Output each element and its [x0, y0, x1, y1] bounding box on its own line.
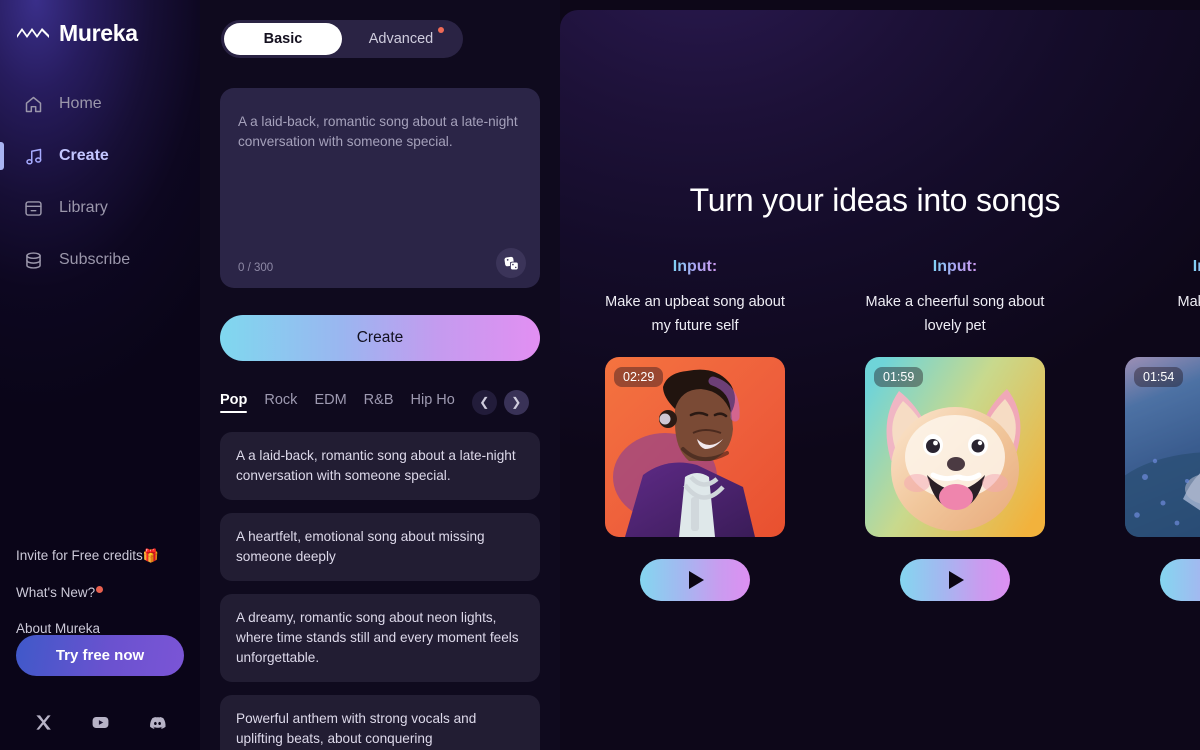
brand-name: Mureka	[59, 19, 138, 46]
genre-tab-edm[interactable]: EDM	[314, 392, 346, 413]
youtube-icon[interactable]	[91, 713, 110, 732]
play-icon	[949, 571, 964, 589]
hero-card: Input: Make a cheerful song about lovely…	[855, 258, 1055, 601]
create-button[interactable]: Create	[220, 315, 540, 361]
hero-card: Input: Make a son	[1115, 258, 1200, 601]
hero-card: Input: Make an upbeat song about my futu…	[595, 258, 795, 601]
duration-badge: 01:54	[1134, 367, 1184, 387]
gift-icon: 🎁	[142, 548, 159, 563]
hero-cards: Input: Make an upbeat song about my futu…	[595, 258, 1200, 601]
play-button[interactable]	[1160, 559, 1200, 601]
sidebar-item-subscribe[interactable]: Subscribe	[0, 234, 200, 286]
genre-tabs: Pop Rock EDM R&B Hip Ho ❮ ❯	[220, 388, 540, 416]
whats-new-label: What's New?	[16, 585, 96, 600]
random-prompt-button[interactable]	[496, 248, 526, 278]
genre-tab-hiphop[interactable]: Hip Ho	[411, 392, 455, 413]
suggestion-item[interactable]: Powerful anthem with strong vocals and u…	[220, 695, 540, 750]
brand-logo[interactable]: Mureka	[0, 0, 200, 46]
archive-box-icon	[25, 200, 42, 216]
home-icon	[25, 96, 42, 112]
tab-basic[interactable]: Basic	[224, 23, 342, 55]
invite-free-credits-link[interactable]: Invite for Free credits🎁	[16, 548, 188, 564]
tab-advanced[interactable]: Advanced	[342, 23, 460, 55]
x-twitter-icon[interactable]	[34, 713, 53, 732]
input-label: Input:	[932, 258, 978, 275]
about-label: About Mureka	[16, 621, 101, 636]
whats-new-link[interactable]: What's New?	[16, 585, 188, 600]
sidebar-item-library[interactable]: Library	[0, 182, 200, 234]
create-panel: Basic Advanced A a laid-back, romantic s…	[200, 0, 560, 750]
duration-badge: 01:59	[874, 367, 924, 387]
char-counter: 0 / 300	[238, 262, 274, 274]
suggestion-list: A a laid-back, romantic song about a lat…	[220, 432, 540, 750]
sidebar-item-label: Subscribe	[59, 251, 131, 268]
mode-tabs: Basic Advanced	[221, 20, 463, 58]
play-button[interactable]	[900, 559, 1010, 601]
sidebar-nav: Home Create Library Subscribe	[0, 78, 200, 286]
discord-icon[interactable]	[148, 713, 167, 732]
sidebar-item-label: Home	[59, 95, 102, 112]
input-text: Make a son	[1177, 294, 1200, 310]
try-free-now-button[interactable]: Try free now	[16, 635, 184, 676]
sidebar-item-label: Create	[59, 147, 109, 164]
sidebar: Mureka Home Create Library Subscribe Inv…	[0, 0, 200, 750]
genre-tab-rock[interactable]: Rock	[264, 392, 297, 413]
sidebar-item-create[interactable]: Create	[0, 130, 200, 182]
tab-basic-label: Basic	[263, 31, 303, 47]
tab-advanced-label: Advanced	[368, 31, 434, 47]
song-artwork[interactable]: 01:54	[1125, 357, 1200, 537]
database-icon	[26, 251, 41, 269]
advanced-badge-dot-icon	[438, 27, 444, 33]
input-text: Make a cheerful song about lovely pet	[865, 294, 1045, 334]
dice-icon	[503, 256, 519, 270]
song-artwork[interactable]: 02:29	[605, 357, 785, 537]
genre-tab-rnb[interactable]: R&B	[364, 392, 394, 413]
prompt-placeholder-text: A a laid-back, romantic song about a lat…	[238, 114, 518, 149]
play-button[interactable]	[640, 559, 750, 601]
suggestion-item[interactable]: A a laid-back, romantic song about a lat…	[220, 432, 540, 500]
genre-prev-button[interactable]: ❮	[471, 389, 497, 415]
new-badge-dot-icon	[96, 586, 104, 593]
input-label: Input:	[1193, 258, 1200, 276]
suggestion-item[interactable]: A dreamy, romantic song about neon light…	[220, 594, 540, 682]
duration-badge: 02:29	[614, 367, 664, 387]
input-label: Input:	[672, 258, 718, 275]
sidebar-item-home[interactable]: Home	[0, 78, 200, 130]
waveform-logo-icon	[17, 28, 49, 38]
hero-panel: Turn your ideas into songs Input: Make a…	[560, 10, 1200, 750]
input-text: Make an upbeat song about my future self	[605, 294, 785, 334]
app-root: Mureka Home Create Library Subscribe Inv…	[0, 0, 1200, 750]
genre-tab-pop[interactable]: Pop	[220, 392, 248, 413]
song-artwork[interactable]: 01:59	[865, 357, 1045, 537]
play-icon	[689, 571, 704, 589]
social-links	[0, 713, 200, 732]
sidebar-footer-links: Invite for Free credits🎁 What's New? Abo…	[16, 548, 188, 636]
genre-next-button[interactable]: ❯	[503, 389, 529, 415]
invite-label: Invite for Free credits	[16, 548, 143, 563]
page-title: Turn your ideas into songs	[689, 182, 1061, 218]
about-mureka-link[interactable]: About Mureka	[16, 621, 188, 636]
sidebar-item-label: Library	[59, 199, 108, 216]
suggestion-item[interactable]: A heartfelt, emotional song about missin…	[220, 513, 540, 581]
prompt-textarea[interactable]: A a laid-back, romantic song about a lat…	[220, 88, 540, 288]
active-indicator	[0, 142, 4, 170]
music-note-icon	[26, 148, 42, 165]
